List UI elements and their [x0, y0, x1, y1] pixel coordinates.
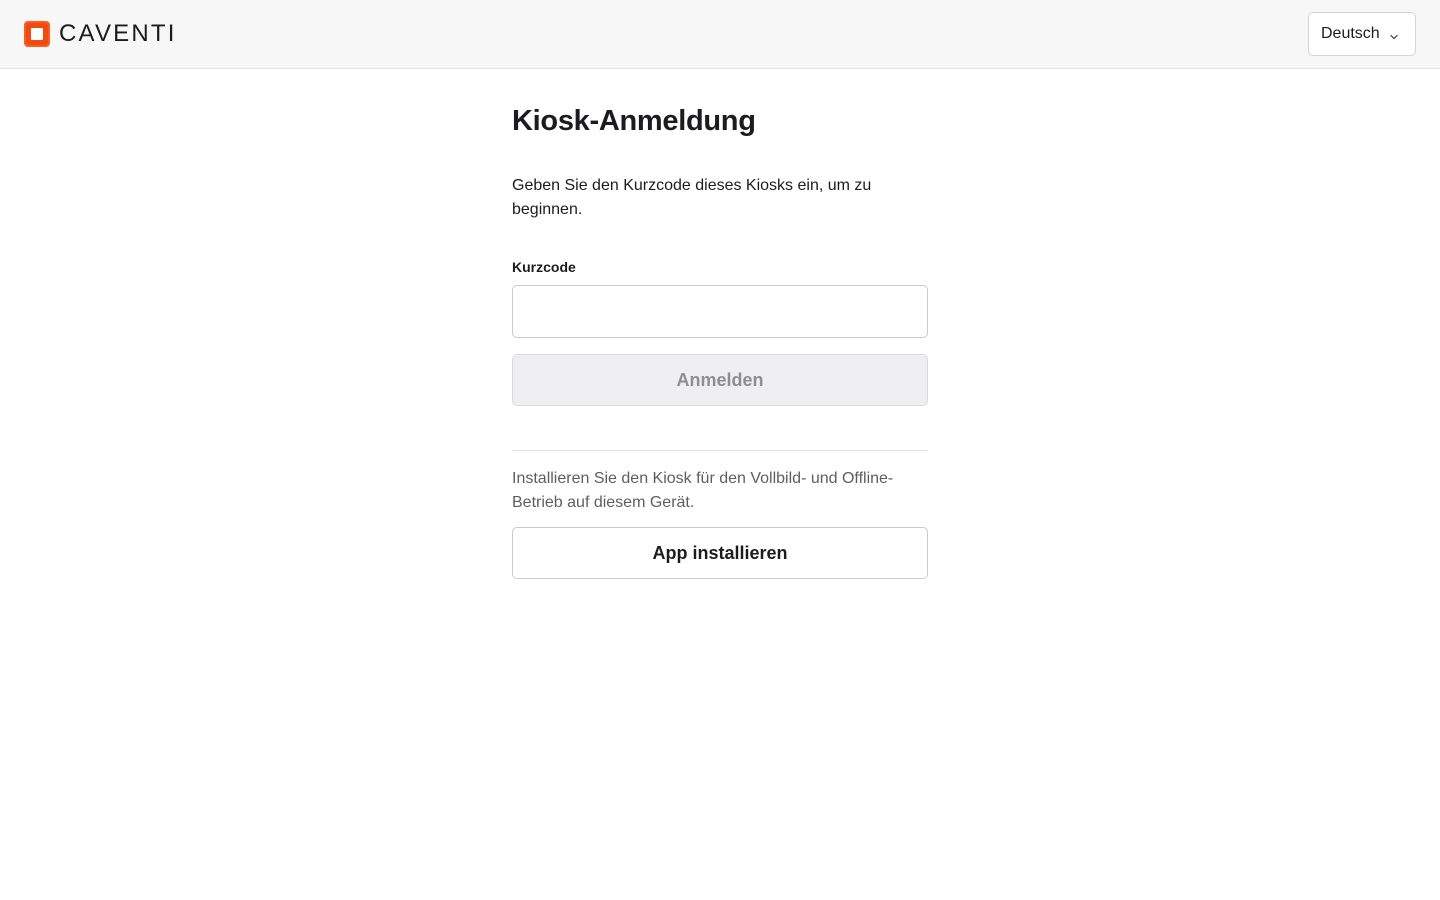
install-app-button[interactable]: App installieren	[512, 527, 928, 579]
login-panel: Kiosk-Anmeldung Geben Sie den Kurzcode d…	[512, 69, 928, 579]
install-description: Installieren Sie den Kiosk für den Vollb…	[512, 470, 894, 511]
login-button[interactable]: Anmelden	[512, 354, 928, 406]
top-bar: CAVENTI Deutsch	[0, 0, 1440, 69]
page-title: Kiosk-Anmeldung	[512, 105, 756, 137]
language-select-value: Deutsch	[1321, 25, 1380, 42]
code-input[interactable]	[512, 285, 928, 338]
intro-text: Geben Sie den Kurzcode dieses Kiosks ein…	[512, 177, 872, 218]
language-select[interactable]: Deutsch	[1308, 12, 1416, 56]
chevron-down-icon	[1389, 29, 1399, 40]
brand-name: CAVENTI	[59, 20, 177, 47]
code-field-label: Kurzcode	[512, 259, 576, 275]
caventi-logo-icon	[24, 21, 50, 47]
brand-logo[interactable]: CAVENTI	[24, 20, 177, 48]
divider	[512, 450, 928, 451]
